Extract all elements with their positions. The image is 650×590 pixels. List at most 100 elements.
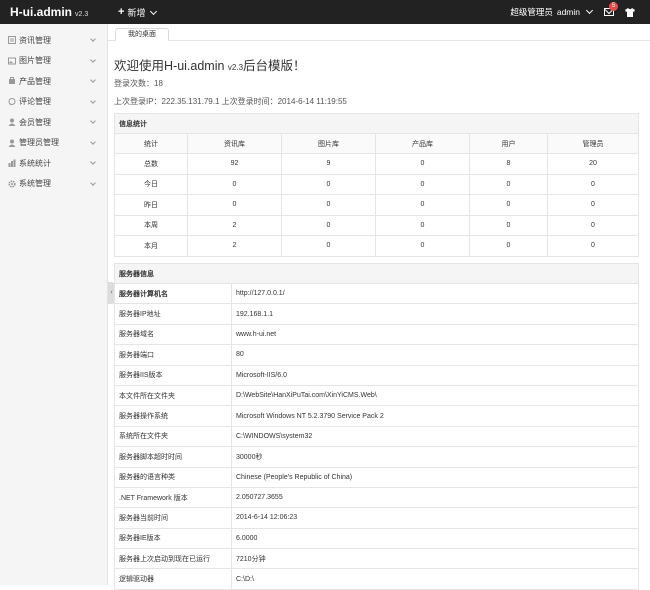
table-cell: 0 [281,235,376,257]
table-row: 服务器上次启动到现在已运行 7210分钟 [114,548,639,570]
user-role: 超级管理员 [510,7,553,17]
table-cell: 逻辑驱动器 [114,568,232,590]
table-row: 服务器的语言种类 Chinese (People's Republic of Ch… [114,466,639,488]
logo-text[interactable]: H-ui.admin [10,5,72,19]
table-row: 服务器操作系统 Microsoft Windows NT 5.2.3790 Ser… [114,405,639,427]
table-cell: D:\WebSite\HanXiPuTai.com\XinYiCMS.Web\ [231,384,639,407]
sidebar-item-members[interactable]: 会员管理 [0,112,107,133]
chevron-down-icon [90,138,96,145]
table-cell: 2014-6-14 12:06:23 [231,507,639,529]
table-row: 系统所在文件夹 C:\WINDOWS\system32 [114,425,639,448]
table-cell: C:\WINDOWS\system32 [231,425,639,448]
logo[interactable]: H-ui.admin v2.3 [10,5,88,19]
sidebar-item-products[interactable]: 产品管理 [0,71,107,92]
table-cell: 92 [187,153,282,175]
chevron-down-icon [90,179,96,186]
sidebar-item-news[interactable]: 资讯管理 [0,30,107,51]
table-cell: http://127.0.0.1/ [231,282,639,305]
table-row: 服务器计算机名 http://127.0.0.1/ [114,282,639,305]
table-row: 本文件所在文件夹 D:\WebSite\HanXiPuTai.com\XinYiC… [114,384,639,407]
table-cell: 0 [375,153,470,175]
table-cell: .NET Framework 版本 [114,486,232,509]
sidebar-item-system[interactable]: 系统管理 [0,174,107,195]
welcome-text: 欢迎使用H-ui.admin [114,59,225,73]
table-cell: 服务器的语言种类 [114,466,232,488]
table-cell: 本文件所在文件夹 [114,384,232,407]
table-cell: 服务器操作系统 [114,405,232,427]
chevron-down-icon [90,159,96,165]
table-cell: 服务器当前时间 [114,507,232,529]
table-cell: 6.0000 [231,527,639,550]
image-icon [8,57,16,65]
sidebar-item-label: 评论管理 [19,97,51,107]
table-cell: 0 [469,173,548,195]
page-title: 欢迎使用H-ui.admin v2.3后台模版！ [114,55,306,74]
admin-icon [8,139,16,147]
sidebar-item-label: 系统统计 [19,158,51,168]
table-cell: 服务器上次启动到现在已运行 [114,548,232,570]
table-cell: 9 [281,153,376,175]
table-row: 服务器IE版本 6.0000 [114,527,639,550]
user-name[interactable]: admin [557,7,580,17]
table-cell: 0 [547,235,639,257]
table-row: 本月 2 0 0 0 0 [114,235,639,257]
plus-icon: + [118,6,125,18]
tab-my-desktop[interactable]: 我的桌面 [115,28,169,41]
table-row: 服务器脚本超时时间 30000秒 [114,446,639,468]
sidebar-item-label: 管理员管理 [19,138,59,148]
column-header: 产品库 [375,133,470,154]
sidebar-item-comments[interactable]: 评论管理 [0,92,107,113]
server-caption: 服务器信息 [114,263,639,284]
table-cell: C:\D:\ [231,568,639,590]
server-info-table: 服务器信息 服务器计算机名 http://127.0.0.1/ 服务器IP地址 19… [114,263,639,590]
table-cell: 0 [281,194,376,216]
table-cell: 0 [375,235,470,257]
sidebar-item-images[interactable]: 图片管理 [0,51,107,72]
table-cell: 0 [375,194,470,216]
top-navbar: H-ui.admin v2.3 + 新增 超级管理员 admin 5 [0,0,650,24]
table-cell: Chinese (People's Republic of China) [231,466,639,488]
table-row: 昨日 0 0 0 0 0 [114,194,639,216]
sidebar-item-label: 系统管理 [19,179,51,189]
sidebar-item-label: 资讯管理 [19,35,51,45]
user-menu[interactable]: 超级管理员 admin [510,6,594,18]
table-cell: 30000秒 [231,446,639,468]
skin-icon[interactable] [625,8,635,17]
column-header: 统计 [114,133,188,154]
table-cell: 服务器IIS版本 [114,364,232,386]
column-header: 图片库 [281,133,376,154]
table-cell: 20 [547,153,639,175]
chevron-down-icon [90,36,96,42]
chevron-down-icon [90,56,96,63]
table-cell: 今日 [114,173,188,195]
welcome-version: v2.3 [227,63,244,72]
table-cell: Microsoft-IIS/6.0 [231,364,639,386]
table-cell: 0 [375,173,470,195]
table-cell: 0 [547,173,639,195]
table-cell: 0 [281,173,376,195]
table-cell: 2 [187,235,282,257]
product-icon [9,77,15,85]
table-row: 本周 2 0 0 0 0 [114,214,639,236]
stats-table: 信息统计 统计 资讯库 图片库 产品库 用户 管理员 总数 92 9 0 8 20 今日 0… [114,113,639,257]
table-cell: 服务器域名 [114,323,232,346]
table-row: .NET Framework 版本 2.050727.3655 [114,486,639,509]
table-row: 逻辑驱动器 C:\D:\ [114,568,639,590]
table-cell: 总数 [114,153,188,175]
table-row: 服务器IP地址 192.168.1.1 [114,303,639,325]
chevron-down-icon [90,118,96,124]
table-cell: 服务器脚本超时时间 [114,446,232,468]
table-cell: 服务器端口 [114,344,232,366]
table-row: 服务器IIS版本 Microsoft-IIS/6.0 [114,364,639,386]
table-cell: 2 [187,214,282,236]
sidebar-item-admins[interactable]: 管理员管理 [0,133,107,154]
new-button[interactable]: + 新增 [118,6,158,19]
table-cell: Microsoft Windows NT 5.2.3790 Service Pa… [231,405,639,427]
table-cell: 7210分钟 [231,548,639,570]
news-icon [8,36,16,45]
table-cell: 昨日 [114,194,188,216]
table-cell: 0 [547,214,639,236]
tab-bar: 我的桌面 [108,24,650,41]
sidebar-item-stats[interactable]: 系统统计 [0,153,107,174]
table-cell: 0 [469,235,548,257]
